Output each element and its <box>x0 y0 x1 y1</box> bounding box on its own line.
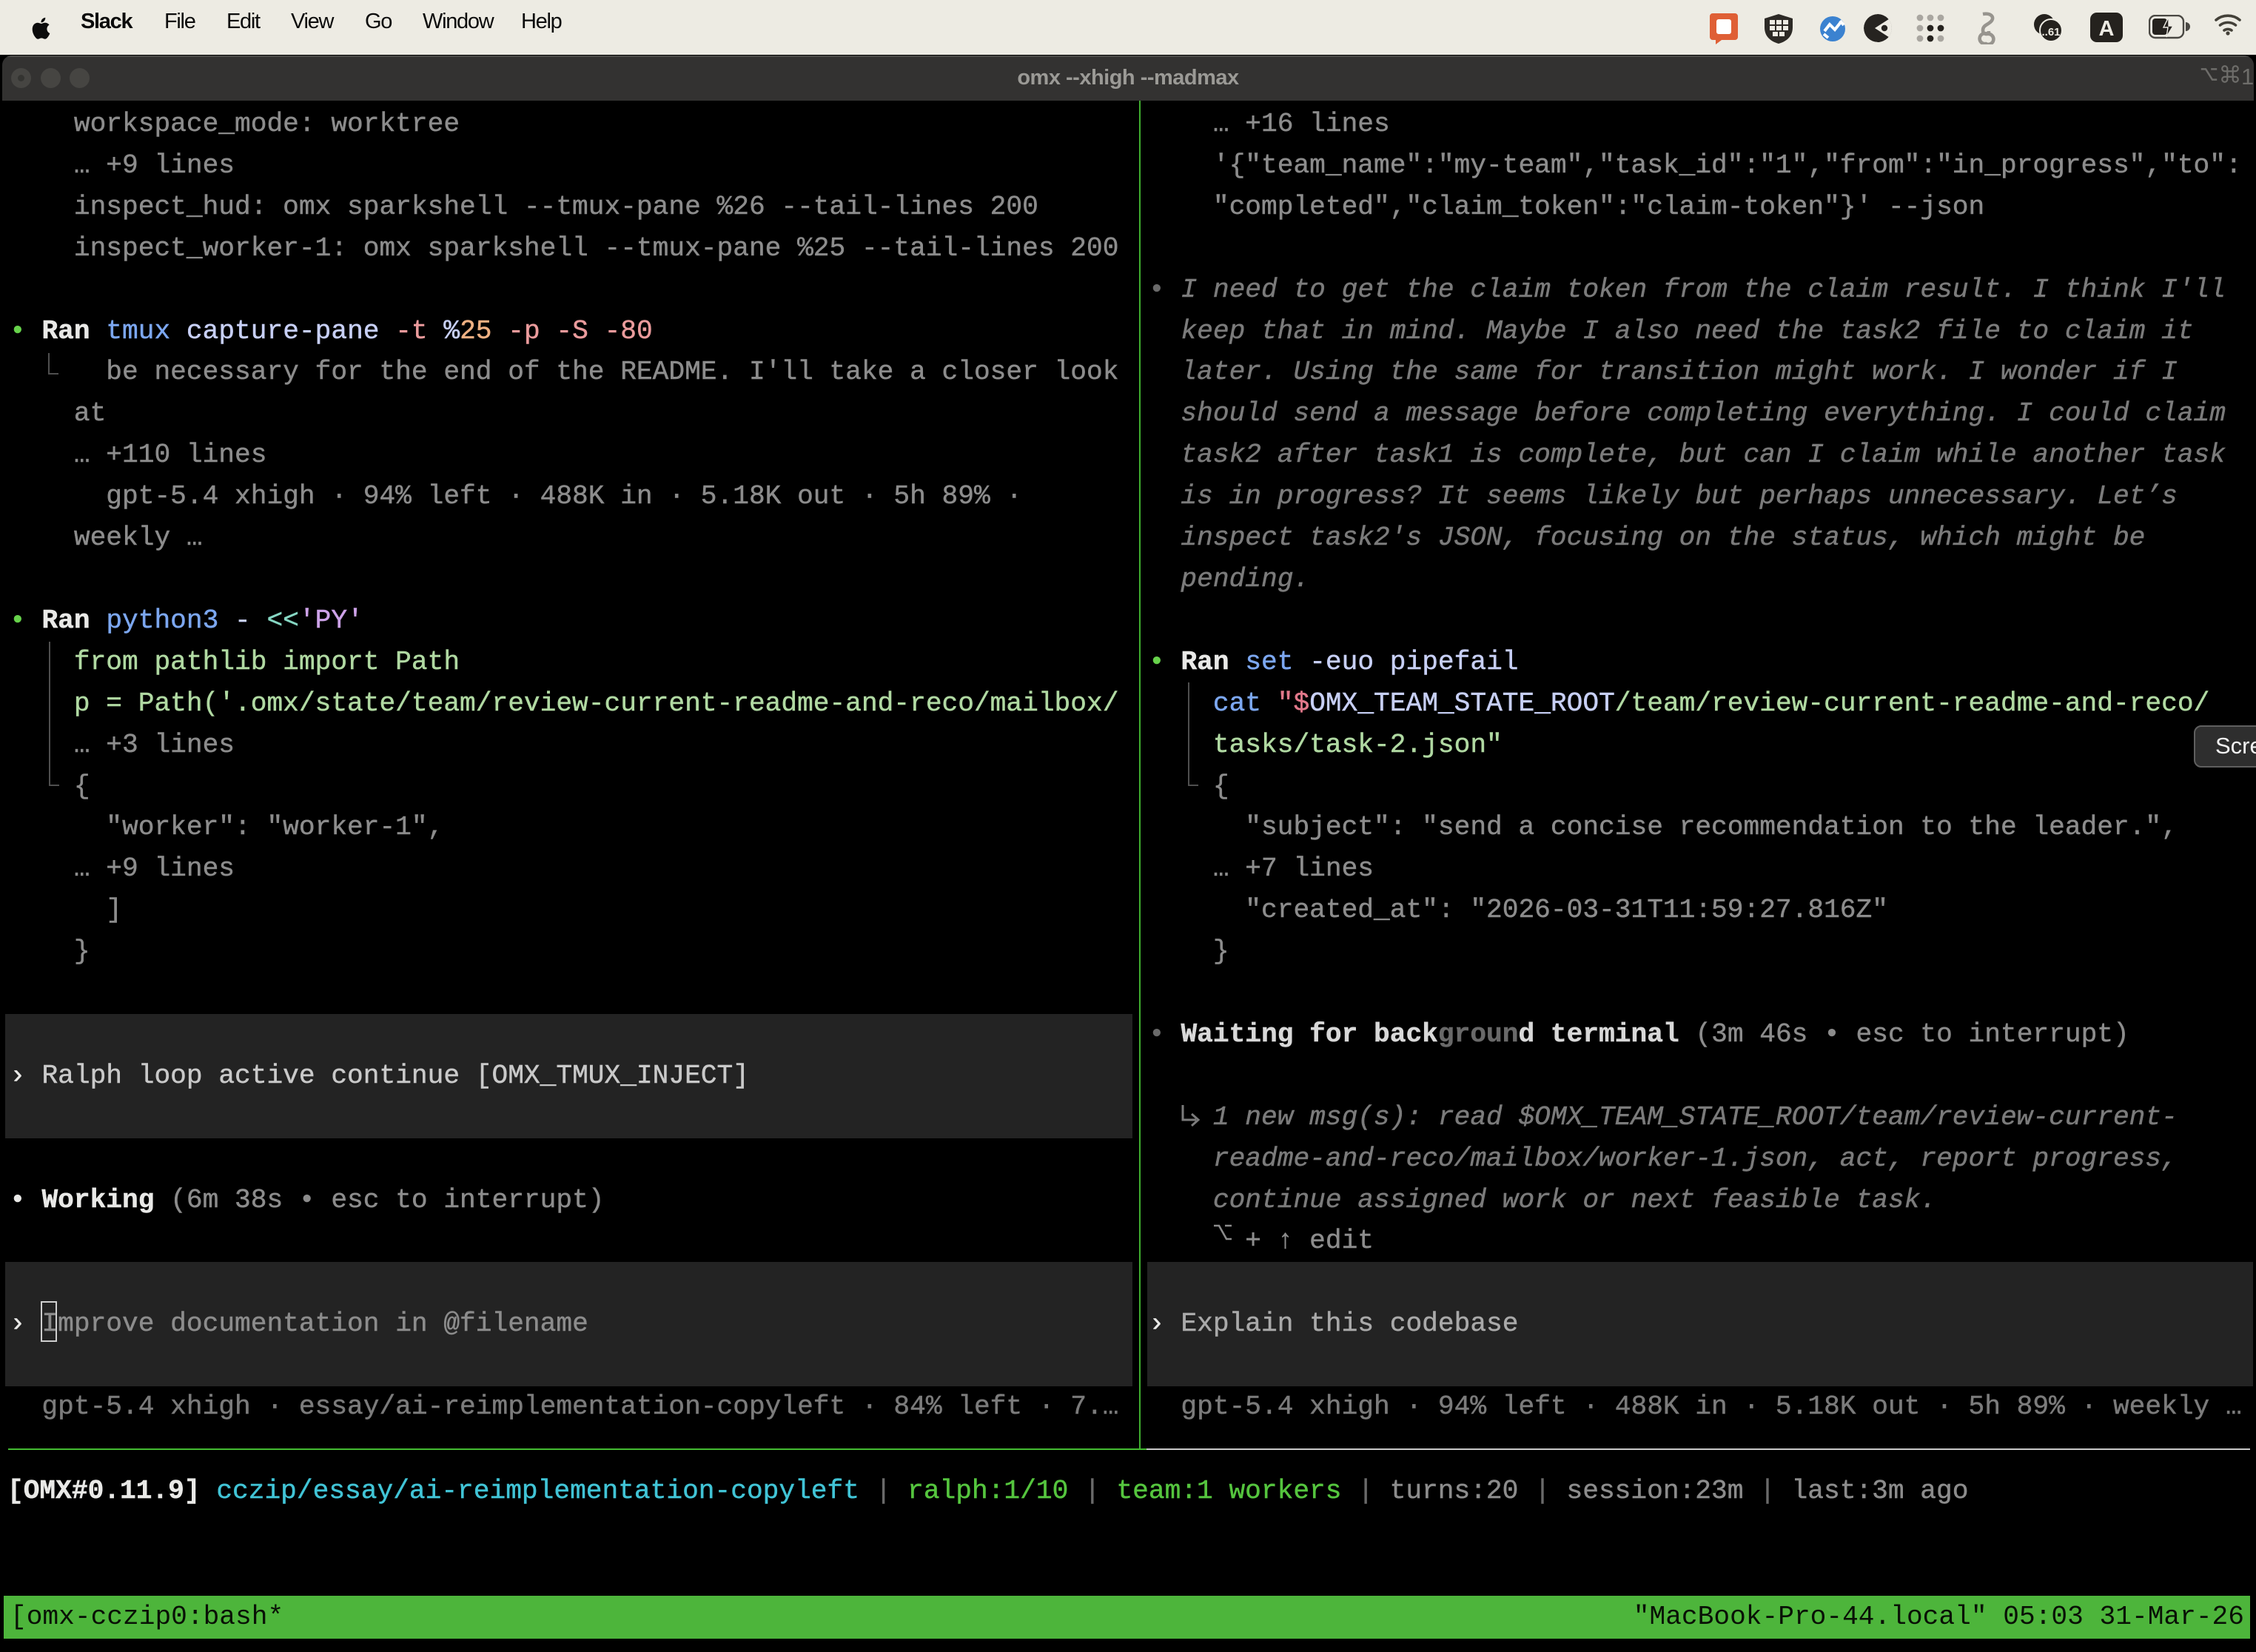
svg-text:..61: ..61 <box>2041 26 2060 38</box>
svg-text:A: A <box>2099 17 2115 41</box>
